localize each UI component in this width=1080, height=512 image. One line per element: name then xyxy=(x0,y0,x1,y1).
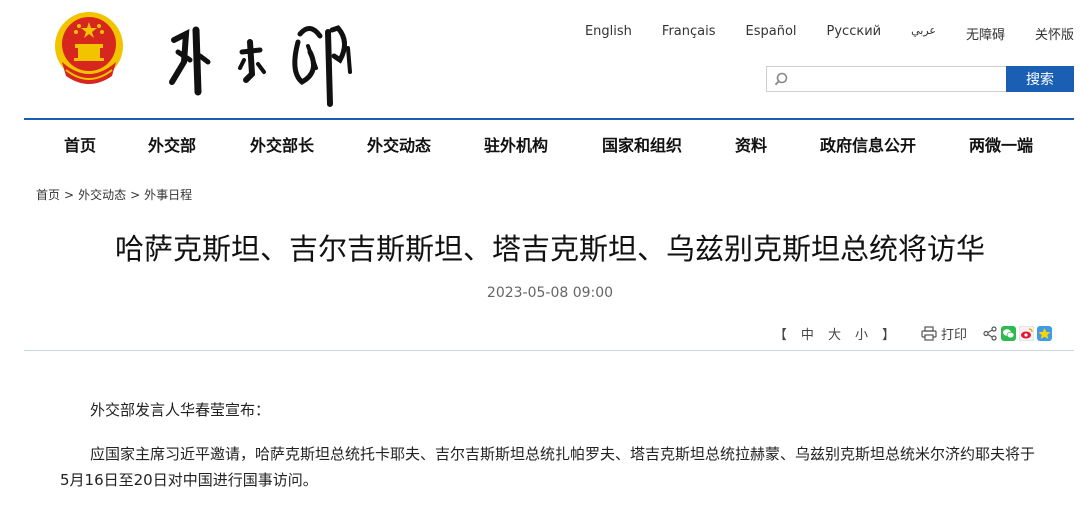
lang-english-link[interactable]: English xyxy=(585,24,632,43)
nav-item-gov-info[interactable]: 政府信息公开 xyxy=(820,132,916,156)
printer-icon xyxy=(921,326,937,341)
bracket-right: 】 xyxy=(881,328,895,343)
share-icon[interactable] xyxy=(983,326,998,341)
nav-item-ministry[interactable]: 外交部 xyxy=(148,132,196,156)
breadcrumb-diplomatic-news[interactable]: 外交动态 xyxy=(78,188,126,202)
search-button[interactable]: 搜索 xyxy=(1006,66,1074,92)
nav-item-missions-overseas[interactable]: 驻外机构 xyxy=(484,132,548,156)
nav-item-home[interactable]: 首页 xyxy=(64,132,96,156)
breadcrumb: 首页 > 外交动态 > 外事日程 xyxy=(36,186,192,203)
print-button[interactable]: 打印 xyxy=(921,324,967,343)
breadcrumb-separator: > xyxy=(64,188,75,202)
lang-arabic-link[interactable]: عربي xyxy=(911,24,936,43)
nav-top-border xyxy=(24,118,1074,120)
lang-french-link[interactable]: Français xyxy=(662,24,716,43)
font-size-small-button[interactable]: 小 xyxy=(855,324,868,343)
article-tools: 【 中 大 小 】 打印 xyxy=(774,324,1052,343)
care-mode-link[interactable]: 关怀版 xyxy=(1035,24,1074,43)
weibo-icon[interactable] xyxy=(1019,326,1034,341)
article-date: 2023-05-08 09:00 xyxy=(486,285,614,301)
site-calligraphy-logo xyxy=(169,25,352,107)
qzone-icon[interactable] xyxy=(1037,326,1052,341)
lang-spanish-link[interactable]: Español xyxy=(746,24,797,43)
article-paragraph: 外交部发言人华春莹宣布： xyxy=(90,401,271,419)
search-box xyxy=(766,66,1006,92)
font-size-large-button[interactable]: 大 xyxy=(828,324,841,343)
breadcrumb-schedule[interactable]: 外事日程 xyxy=(144,188,192,202)
accessibility-link[interactable]: 无障碍 xyxy=(966,24,1005,43)
nav-item-diplomatic-news[interactable]: 外交动态 xyxy=(367,132,431,156)
main-nav: 首页 外交部 外交部长 外交动态 驻外机构 国家和组织 资料 政府信息公开 两微… xyxy=(24,122,1074,166)
breadcrumb-separator: > xyxy=(130,188,141,202)
wechat-icon[interactable] xyxy=(1001,326,1016,341)
font-size-controls: 【 中 大 小 】 xyxy=(774,324,895,343)
print-label: 打印 xyxy=(940,328,967,343)
breadcrumb-home[interactable]: 首页 xyxy=(36,188,60,202)
content-divider xyxy=(24,350,1074,351)
language-bar: English Français Español Русский عربي 无障… xyxy=(555,24,1074,43)
lang-russian-link[interactable]: Русский xyxy=(827,24,882,43)
national-emblem xyxy=(55,12,123,84)
nav-item-minister[interactable]: 外交部长 xyxy=(250,132,314,156)
article-paragraph: 应国家主席习近平邀请，哈萨克斯坦总统托卡耶夫、吉尔吉斯斯坦总统扎帕罗夫、塔吉克斯… xyxy=(60,445,1036,489)
share-row xyxy=(983,326,1052,341)
nav-item-countries-organizations[interactable]: 国家和组织 xyxy=(602,132,682,156)
search-input[interactable] xyxy=(793,69,1002,91)
article-title: 哈萨克斯坦、吉尔吉斯斯坦、塔吉克斯坦、乌兹别克斯坦总统将访华 xyxy=(114,232,985,266)
nav-item-resources[interactable]: 资料 xyxy=(735,132,767,156)
search-icon xyxy=(774,72,788,86)
nav-item-social-media[interactable]: 两微一端 xyxy=(969,132,1033,156)
font-size-medium-button[interactable]: 中 xyxy=(801,324,814,343)
bracket-left: 【 xyxy=(773,328,787,343)
